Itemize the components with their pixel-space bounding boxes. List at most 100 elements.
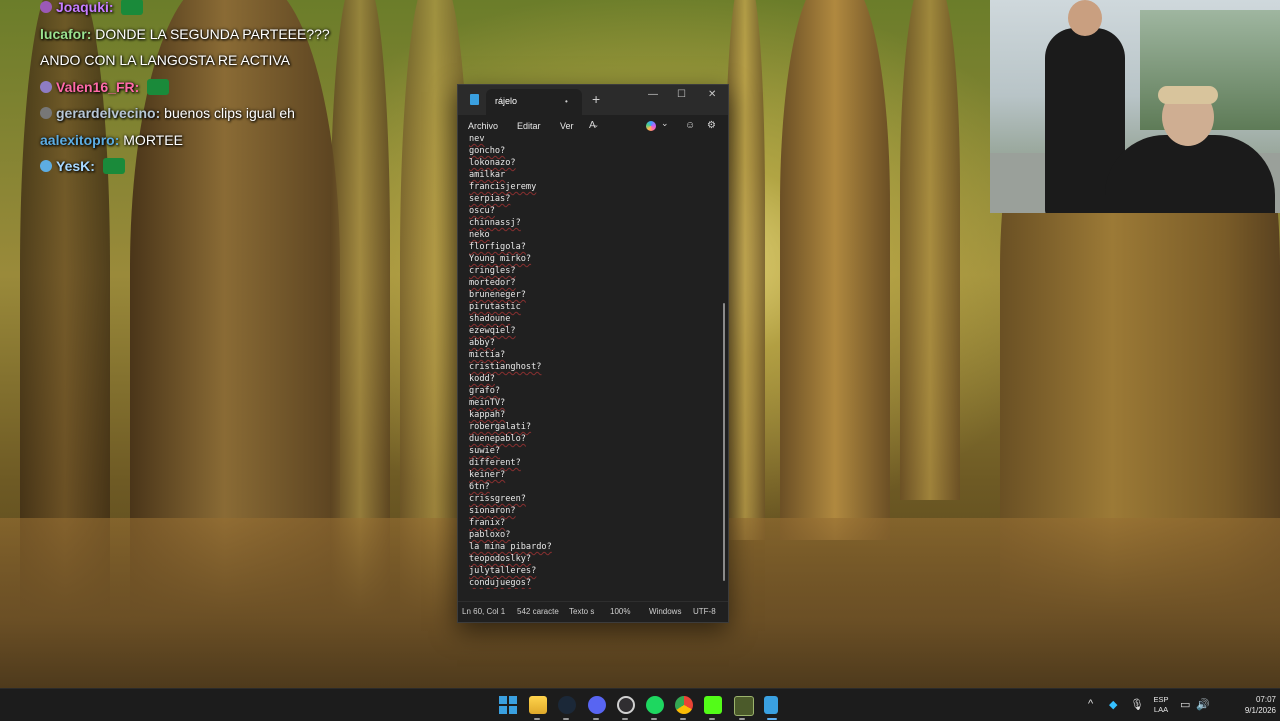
text-line: lokonazo? bbox=[469, 158, 516, 168]
file-explorer-icon[interactable] bbox=[529, 696, 547, 714]
green-bag-emote bbox=[102, 158, 125, 174]
notepad-app-icon bbox=[470, 94, 479, 105]
status-bar: Ln 60, Col 1 542 caracte Texto s 100% Wi… bbox=[458, 601, 728, 622]
text-line: julytalleres? bbox=[469, 566, 537, 576]
terminal-icon[interactable] bbox=[734, 696, 754, 716]
unsaved-indicator[interactable]: • bbox=[565, 97, 568, 106]
chat-badge-icon bbox=[40, 107, 52, 119]
green-bag-emote bbox=[121, 0, 144, 15]
chat-message: Valen16_FR: bbox=[40, 74, 460, 101]
minimize-button[interactable]: — bbox=[648, 89, 658, 100]
text-line: nev bbox=[469, 134, 485, 144]
maximize-button[interactable]: ☐ bbox=[677, 89, 686, 100]
chat-badge-icon bbox=[40, 1, 52, 13]
line-ending: Windows bbox=[649, 607, 682, 616]
chat-badge-icon bbox=[40, 160, 52, 172]
chevron-up-icon[interactable]: ^ bbox=[1088, 698, 1093, 710]
system-clock[interactable]: 07:07 9/1/2026 bbox=[1226, 694, 1276, 716]
title-bar[interactable]: rájelo • + — ☐ ✕ bbox=[458, 85, 728, 115]
text-line: ezewqiel? bbox=[469, 326, 516, 336]
text-format: Texto s bbox=[569, 607, 595, 616]
text-line: kodd? bbox=[469, 374, 495, 384]
chat-message: Joaquki: bbox=[40, 0, 460, 21]
chat-username: lucafor bbox=[40, 25, 87, 42]
text-line: duenepablo? bbox=[469, 434, 526, 444]
text-line: neko bbox=[469, 230, 490, 240]
chat-username: Valen16_FR bbox=[56, 78, 135, 95]
chat-message: lucafor: DONDE LA SEGUNDA PARTEEE??? bbox=[40, 25, 330, 42]
text-line: kappah? bbox=[469, 410, 506, 420]
defender-icon[interactable]: ◆ bbox=[1109, 698, 1117, 711]
steam-icon[interactable] bbox=[558, 696, 576, 714]
character-count: 542 caracte bbox=[517, 607, 559, 616]
obs-icon[interactable] bbox=[617, 696, 635, 714]
text-line: Young mirko? bbox=[469, 254, 532, 264]
text-line: oscu? bbox=[469, 206, 495, 216]
chat-message: ANDO CON LA LANGOSTA RE ACTIVA bbox=[40, 47, 460, 74]
chat-text: DONDE LA SEGUNDA PARTEEE??? bbox=[95, 25, 330, 42]
text-line: amilkar bbox=[469, 170, 506, 180]
text-line: robergalati? bbox=[469, 422, 532, 432]
language-indicator[interactable]: ESP LAA bbox=[1150, 695, 1172, 715]
text-line: franix? bbox=[469, 518, 506, 528]
account-icon[interactable]: ☺ bbox=[685, 120, 695, 131]
text-line: pabloxo? bbox=[469, 530, 511, 540]
text-line: florfigola? bbox=[469, 242, 526, 252]
webcam-overlay bbox=[990, 0, 1280, 213]
windows-start-icon[interactable] bbox=[499, 696, 517, 714]
vertical-scrollbar[interactable] bbox=[723, 303, 725, 581]
text-line: francisjeremy bbox=[469, 182, 537, 192]
discord-icon[interactable] bbox=[588, 696, 606, 714]
notepad-icon[interactable] bbox=[764, 696, 778, 714]
text-line: abby? bbox=[469, 338, 495, 348]
text-line: condujuegos? bbox=[469, 578, 532, 588]
text-line: shadoune bbox=[469, 314, 511, 324]
notepad-window[interactable]: rájelo • + — ☐ ✕ Archivo Editar Ver A̴ ⌄… bbox=[457, 84, 729, 623]
chat-username: gerardelvecino bbox=[56, 105, 156, 121]
new-tab-button[interactable]: + bbox=[592, 92, 600, 106]
clock-time: 07:07 bbox=[1255, 695, 1276, 704]
text-line: cringles? bbox=[469, 266, 516, 276]
settings-gear-icon[interactable]: ⚙ bbox=[707, 120, 716, 131]
menu-file[interactable]: Archivo bbox=[468, 121, 498, 131]
stream-chat-overlay: Joaquki: lucafor: DONDE LA SEGUNDA PARTE… bbox=[40, 0, 460, 180]
close-button[interactable]: ✕ bbox=[708, 89, 716, 100]
text-line: bruneneger? bbox=[469, 290, 526, 300]
chevron-down-icon[interactable]: ⌄ bbox=[661, 118, 669, 129]
text-line: serpias? bbox=[469, 194, 511, 204]
text-format-icon[interactable]: A̴ bbox=[589, 120, 596, 131]
text-line: different? bbox=[469, 458, 521, 468]
text-line: mortedor? bbox=[469, 278, 516, 288]
text-line: goncho? bbox=[469, 146, 506, 156]
clock-date: 9/1/2026 bbox=[1244, 706, 1276, 715]
text-line: keiner? bbox=[469, 470, 506, 480]
tab-rajelo[interactable]: rájelo • bbox=[486, 89, 582, 115]
menu-edit[interactable]: Editar bbox=[517, 121, 541, 131]
chat-message: YesK: bbox=[40, 153, 460, 180]
volume-icon[interactable]: 🔊 bbox=[1196, 698, 1210, 711]
text-line: grafo? bbox=[469, 386, 501, 396]
chat-username: YesK bbox=[56, 158, 91, 174]
taskbar: ^ ◆ 🎙 ESP LAA ▭ 🔊 07:07 9/1/2026 bbox=[0, 688, 1280, 721]
chat-message: gerardelvecino: buenos clips igual eh bbox=[40, 100, 460, 127]
language-code: ESP bbox=[1153, 695, 1169, 704]
text-line: teopodoslky? bbox=[469, 554, 532, 564]
copilot-icon[interactable] bbox=[646, 121, 656, 131]
network-icon[interactable]: ▭ bbox=[1180, 698, 1190, 711]
chat-message: aalexitopro: MORTEE bbox=[40, 131, 183, 148]
tab-title: rájelo bbox=[495, 96, 518, 106]
microphone-icon[interactable]: 🎙 bbox=[1130, 698, 1144, 711]
text-line: sionaron? bbox=[469, 506, 516, 516]
text-line: 6tn? bbox=[469, 482, 490, 492]
chat-username: Joaquki bbox=[56, 0, 109, 15]
encoding: UTF-8 bbox=[693, 607, 716, 616]
spotify-icon[interactable] bbox=[646, 696, 664, 714]
text-line: meinTV? bbox=[469, 398, 506, 408]
kick-icon[interactable] bbox=[704, 696, 722, 714]
text-editor[interactable]: nev goncho? lokonazo? amilkar francisjeremy s… bbox=[469, 133, 714, 589]
text-line: suwie? bbox=[469, 446, 501, 456]
chrome-icon[interactable] bbox=[675, 696, 693, 714]
chat-text: ANDO CON LA LANGOSTA RE ACTIVA bbox=[40, 52, 290, 68]
menu-view[interactable]: Ver bbox=[560, 121, 574, 131]
keyboard-layout: LAA bbox=[1153, 705, 1169, 714]
